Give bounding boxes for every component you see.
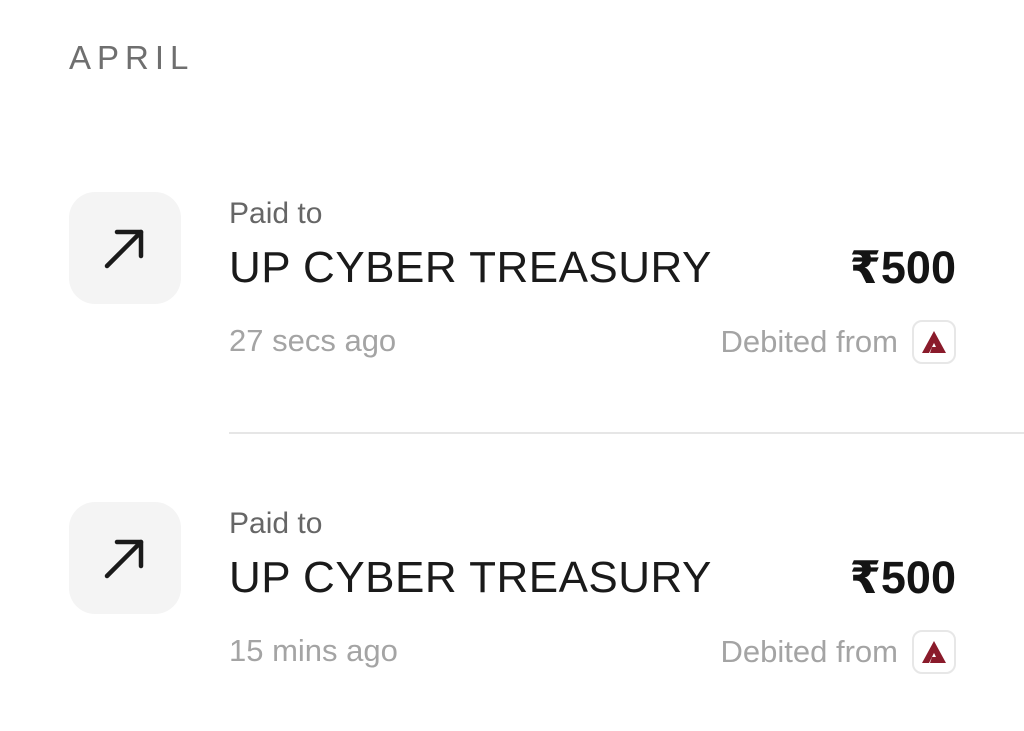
arrow-up-right-icon — [69, 502, 181, 614]
debited-from: Debited from — [721, 320, 956, 364]
arrow-up-right-icon — [69, 192, 181, 304]
payee-name: UP CYBER TREASURY — [229, 553, 712, 602]
transaction-time: 27 secs ago — [229, 323, 397, 358]
transaction-amount: ₹500 — [849, 552, 956, 603]
transaction-time: 15 mins ago — [229, 633, 398, 668]
debited-from: Debited from — [721, 630, 956, 674]
transaction-item[interactable]: Paid to UP CYBER TREASURY ₹500 15 mins a… — [0, 502, 1024, 702]
bank-logo-icon — [912, 320, 956, 364]
list-divider — [229, 432, 1024, 434]
transaction-type-label: Paid to — [229, 507, 323, 540]
transaction-type-label: Paid to — [229, 197, 323, 230]
transaction-amount: ₹500 — [849, 242, 956, 293]
debited-from-label: Debited from — [720, 634, 898, 669]
section-header-month: APRIL — [69, 39, 195, 76]
transaction-item[interactable]: Paid to UP CYBER TREASURY ₹500 27 secs a… — [0, 192, 1024, 392]
bank-logo-icon — [912, 630, 956, 674]
debited-from-label: Debited from — [720, 324, 898, 359]
payee-name: UP CYBER TREASURY — [229, 243, 712, 292]
